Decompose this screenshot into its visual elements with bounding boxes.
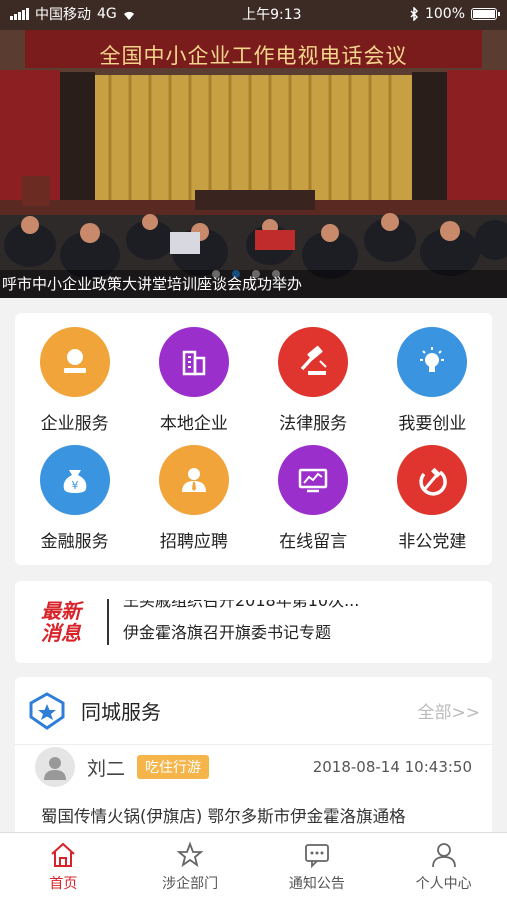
star-icon — [176, 840, 204, 867]
badge-line: 最新 — [41, 599, 81, 623]
tab-label: 通知公告 — [288, 875, 345, 892]
tab-departments[interactable]: 涉企部门 — [127, 833, 254, 900]
post-timestamp: 2018-08-14 10:43:50 — [312, 758, 472, 776]
grid-label: 我要创业 — [398, 413, 467, 434]
divider — [107, 599, 109, 645]
section-header: 同城服务 全部>> — [15, 677, 492, 745]
user-badge-icon — [39, 326, 110, 397]
news-item[interactable]: 伊金霍洛旗召开旗委书记专题 — [123, 622, 331, 644]
person-tie-icon — [158, 444, 229, 515]
news-ticker[interactable]: 最新 消息 王买戚组织召开2018年第10次... 伊金霍洛旗召开旗委书记专题 — [15, 581, 492, 663]
money-bag-icon: ¥ — [39, 444, 110, 515]
grid-label: 金融服务 — [40, 531, 109, 552]
post-content[interactable]: 蜀国传情火锅(伊旗店) 鄂尔多斯市伊金霍洛旗通格 — [15, 789, 492, 827]
grid-label: 非公党建 — [398, 531, 467, 552]
tab-label: 首页 — [49, 875, 78, 892]
hammer-sickle-icon — [397, 444, 468, 515]
latest-news-badge: 最新 消息 — [15, 600, 107, 644]
section-title: 同城服务 — [81, 700, 161, 724]
grid-label: 法律服务 — [279, 413, 348, 434]
status-bar: 中国移动 4G 上午9:13 100% — [0, 0, 507, 28]
grid-item-enterprise-service[interactable]: 企业服务 — [15, 321, 134, 439]
grid-item-recruitment[interactable]: 招聘应聘 — [134, 439, 253, 557]
tab-profile[interactable]: 个人中心 — [380, 833, 507, 900]
grid-item-legal-service[interactable]: 法律服务 — [254, 321, 373, 439]
bottom-tab-bar: 首页 涉企部门 通知公告 个人中心 — [0, 832, 507, 900]
buildings-icon — [158, 326, 229, 397]
shield-star-icon — [29, 691, 65, 730]
carrier-label: 中国移动 — [35, 7, 91, 23]
battery-percent: 100% — [424, 6, 465, 22]
tab-label: 个人中心 — [415, 875, 472, 892]
banner-caption[interactable]: 呼市中小企业政策大讲堂培训座谈会成功举办 — [0, 270, 507, 298]
network-label: 4G — [97, 6, 117, 22]
post-username: 刘二 — [87, 757, 126, 780]
grid-item-startup[interactable]: 我要创业 — [373, 321, 492, 439]
battery-icon — [471, 8, 500, 20]
post-meta[interactable]: 刘二 吃住行游 2018-08-14 10:43:50 — [15, 745, 492, 789]
view-all-link[interactable]: 全部>> — [418, 698, 481, 723]
message-icon — [304, 843, 329, 868]
grid-label: 本地企业 — [159, 413, 228, 434]
clock-label: 上午9:13 — [242, 7, 302, 23]
signal-icon — [10, 8, 29, 20]
badge-line: 消息 — [41, 621, 81, 645]
grid-label: 在线留言 — [279, 531, 348, 552]
tab-label: 涉企部门 — [162, 875, 219, 892]
news-item[interactable]: 王买戚组织召开2018年第10次... — [123, 600, 359, 612]
avatar — [35, 747, 75, 787]
bluetooth-icon — [410, 7, 419, 21]
wifi-icon — [123, 11, 134, 20]
person-icon — [431, 842, 456, 867]
lightbulb-icon — [397, 326, 468, 397]
function-grid: 企业服务 本地企业 法律服务 我要创业 ¥ 金融服务 招聘应聘 在线留言 非公党… — [15, 313, 492, 565]
grid-item-party-building[interactable]: 非公党建 — [373, 439, 492, 557]
grid-item-online-message[interactable]: 在线留言 — [254, 439, 373, 557]
grid-label: 招聘应聘 — [159, 531, 228, 552]
home-icon — [51, 842, 76, 867]
city-service-section: 同城服务 全部>> 刘二 吃住行游 2018-08-14 10:43:50 蜀国… — [15, 677, 492, 837]
grid-item-finance-service[interactable]: ¥ 金融服务 — [15, 439, 134, 557]
banner-sign-text: 全国中小企业工作电视电话会议 — [99, 44, 408, 68]
monitor-chart-icon — [278, 444, 349, 515]
grid-item-local-enterprise[interactable]: 本地企业 — [134, 321, 253, 439]
tab-home[interactable]: 首页 — [0, 833, 127, 900]
tab-notices[interactable]: 通知公告 — [254, 833, 381, 900]
svg-text:¥: ¥ — [71, 479, 78, 492]
grid-label: 企业服务 — [40, 413, 109, 434]
gavel-icon — [278, 326, 349, 397]
category-tag: 吃住行游 — [137, 755, 210, 779]
news-lines: 王买戚组织召开2018年第10次... 伊金霍洛旗召开旗委书记专题 — [123, 600, 492, 644]
banner-carousel[interactable]: 全国中小企业工作电视电话会议 呼市中小企业政策大讲堂培训座谈会成功举办 — [0, 0, 507, 298]
